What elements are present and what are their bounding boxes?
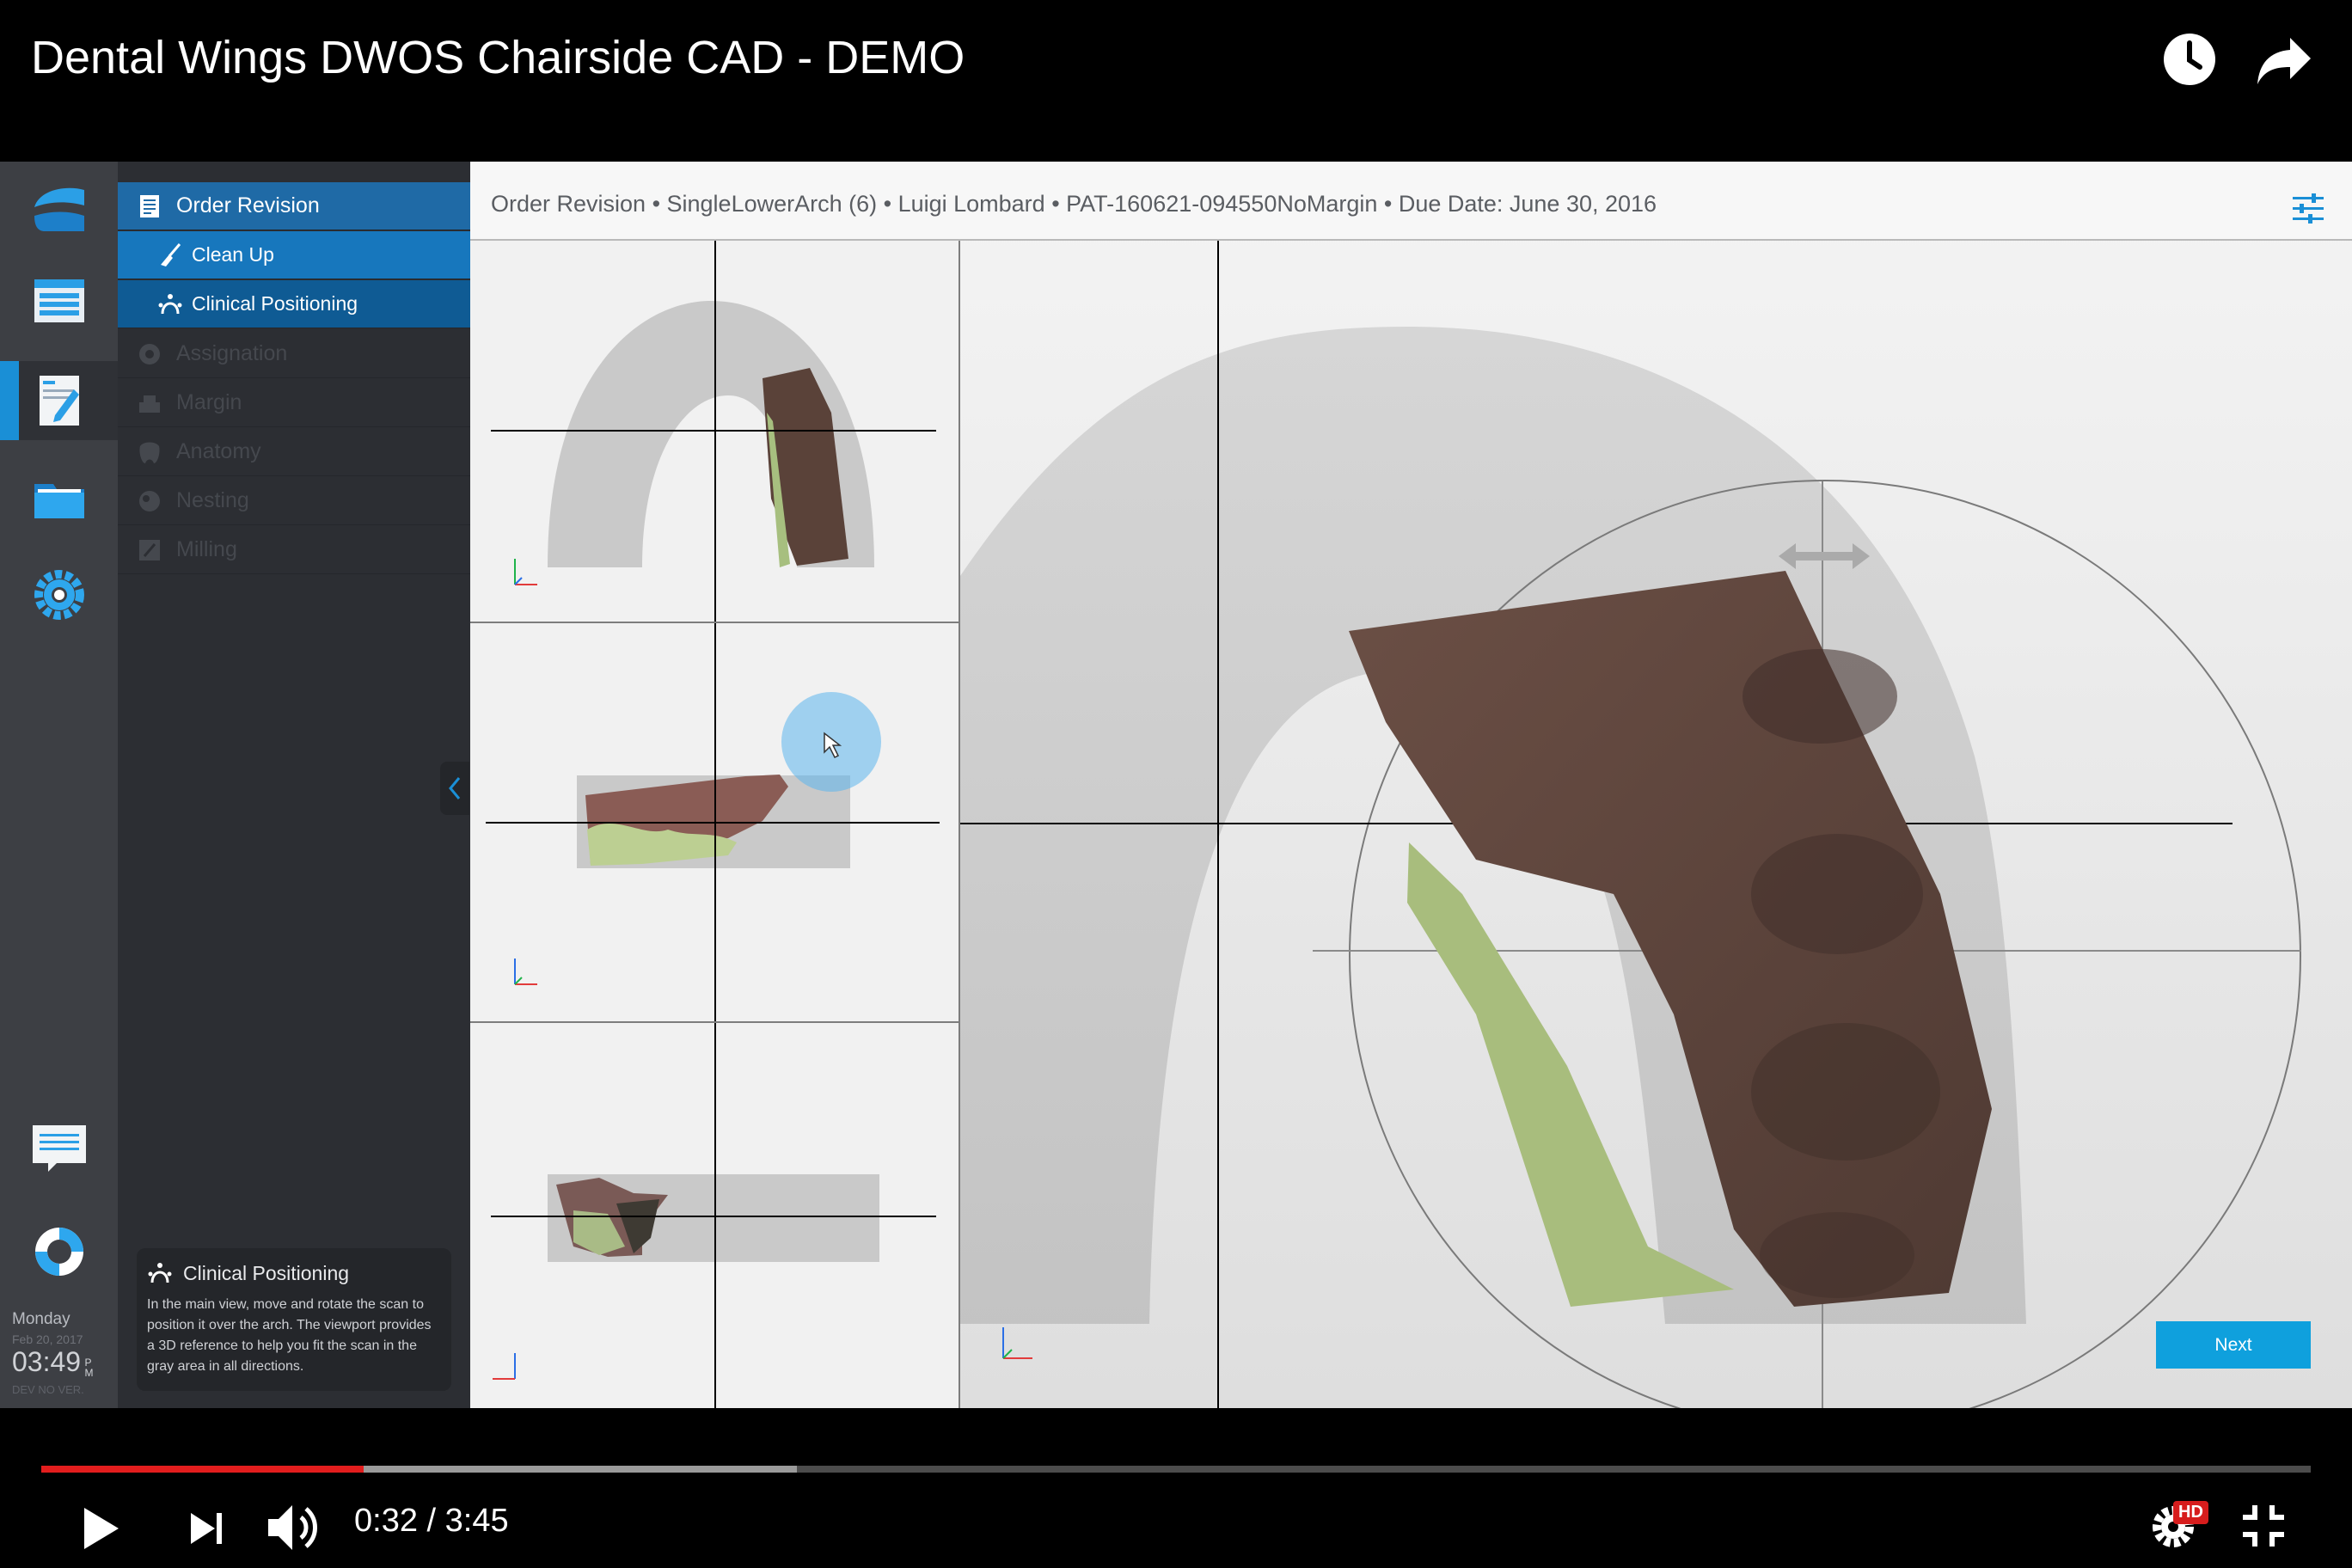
front-view-pane[interactable]	[470, 623, 960, 1023]
sliders-icon[interactable]	[2291, 193, 2325, 224]
video-top-bar: Dental Wings DWOS Chairside CAD - DEMO	[0, 0, 2352, 162]
broom-icon	[161, 242, 181, 266]
side-view-pane[interactable]	[470, 1023, 960, 1408]
volume-icon[interactable]	[265, 1499, 323, 1556]
step-label: Anatomy	[176, 439, 261, 463]
video-controls: 0:32 / 3:45 HD	[0, 1408, 2352, 1568]
step-label: Assignation	[176, 341, 288, 365]
collapse-panel-button[interactable]	[440, 762, 469, 815]
clock-icon[interactable]	[2163, 33, 2216, 86]
workflow-steps-panel: Order Revision Clean Up Clinical Positio…	[118, 162, 470, 1408]
order-header: Order Revision • SingleLowerArch (6) • L…	[470, 162, 2352, 241]
step-label: Order Revision	[176, 193, 320, 217]
rail-time-row: 03:49 PM	[12, 1346, 115, 1378]
positioning-icon	[148, 1263, 172, 1283]
icon-rail: Monday Feb 20, 2017 03:49 PM DEV NO VER.	[0, 162, 118, 1408]
anatomy-icon	[139, 442, 160, 463]
rail-date: Feb 20, 2017	[12, 1332, 83, 1346]
step-clean-up[interactable]: Clean Up	[118, 231, 470, 279]
step-anatomy: Anatomy	[118, 428, 470, 476]
main-area: Order Revision • SingleLowerArch (6) • L…	[470, 162, 2352, 1408]
nesting-icon	[139, 490, 160, 511]
orthographic-views	[470, 241, 960, 1408]
progress-played	[41, 1466, 364, 1473]
clock-readout: Monday Feb 20, 2017 03:49 PM DEV NO VER.	[12, 1310, 115, 1396]
rail-time: 03:49	[12, 1346, 82, 1377]
order-breadcrumb: Order Revision • SingleLowerArch (6) • L…	[491, 191, 1657, 217]
step-order-revision[interactable]: Order Revision	[118, 182, 470, 230]
milling-icon	[139, 539, 160, 560]
main-3d-viewport[interactable]	[960, 241, 2352, 1408]
dental-wings-logo-icon[interactable]	[0, 170, 118, 249]
lifebuoy-icon[interactable]	[0, 1212, 118, 1291]
next-track-icon[interactable]	[181, 1504, 232, 1553]
step-milling: Milling	[118, 526, 470, 574]
help-title-row: Clinical Positioning	[147, 1260, 441, 1286]
help-title: Clinical Positioning	[183, 1261, 350, 1284]
time-display: 0:32 / 3:45	[354, 1503, 509, 1540]
step-label: Nesting	[176, 488, 249, 512]
folder-icon[interactable]	[0, 461, 118, 540]
step-label: Margin	[176, 390, 242, 414]
document-edit-icon[interactable]	[0, 361, 118, 440]
step-clinical-positioning[interactable]: Clinical Positioning	[118, 280, 470, 328]
share-icon[interactable]	[2256, 34, 2312, 86]
progress-bar[interactable]	[41, 1466, 2311, 1473]
rail-ampm: PM	[85, 1357, 94, 1378]
video-title[interactable]: Dental Wings DWOS Chairside CAD - DEMO	[31, 31, 965, 84]
step-assignation: Assignation	[118, 330, 470, 378]
rail-day: Monday	[12, 1310, 70, 1328]
positioning-icon	[158, 293, 182, 314]
order-revision-icon	[140, 194, 159, 217]
help-body: In the main view, move and rotate the sc…	[147, 1297, 432, 1374]
chevron-left-icon	[449, 777, 461, 799]
step-margin: Margin	[118, 379, 470, 427]
assignation-icon	[139, 343, 160, 364]
rail-version: DEV NO VER.	[12, 1383, 84, 1396]
rail-ampm-bottom: M	[84, 1366, 94, 1379]
dwos-app: Monday Feb 20, 2017 03:49 PM DEV NO VER.…	[0, 162, 2352, 1408]
step-nesting: Nesting	[118, 477, 470, 525]
time-separator: /	[426, 1503, 437, 1539]
time-current: 0:32	[354, 1503, 418, 1539]
play-icon[interactable]	[77, 1501, 126, 1556]
top-view-pane[interactable]	[470, 241, 960, 623]
chat-icon[interactable]	[0, 1109, 118, 1188]
hd-badge: HD	[2173, 1501, 2208, 1524]
margin-icon	[139, 395, 160, 413]
step-label: Clinical Positioning	[192, 292, 358, 315]
exit-fullscreen-icon[interactable]	[2239, 1501, 2288, 1551]
step-label: Milling	[176, 537, 237, 561]
next-button[interactable]: Next	[2156, 1321, 2311, 1369]
gear-icon[interactable]	[0, 555, 118, 634]
step-label: Clean Up	[192, 243, 274, 266]
help-card: Clinical Positioning In the main view, m…	[137, 1248, 451, 1391]
time-total: 3:45	[444, 1503, 509, 1539]
dashboard-icon[interactable]	[0, 261, 118, 340]
